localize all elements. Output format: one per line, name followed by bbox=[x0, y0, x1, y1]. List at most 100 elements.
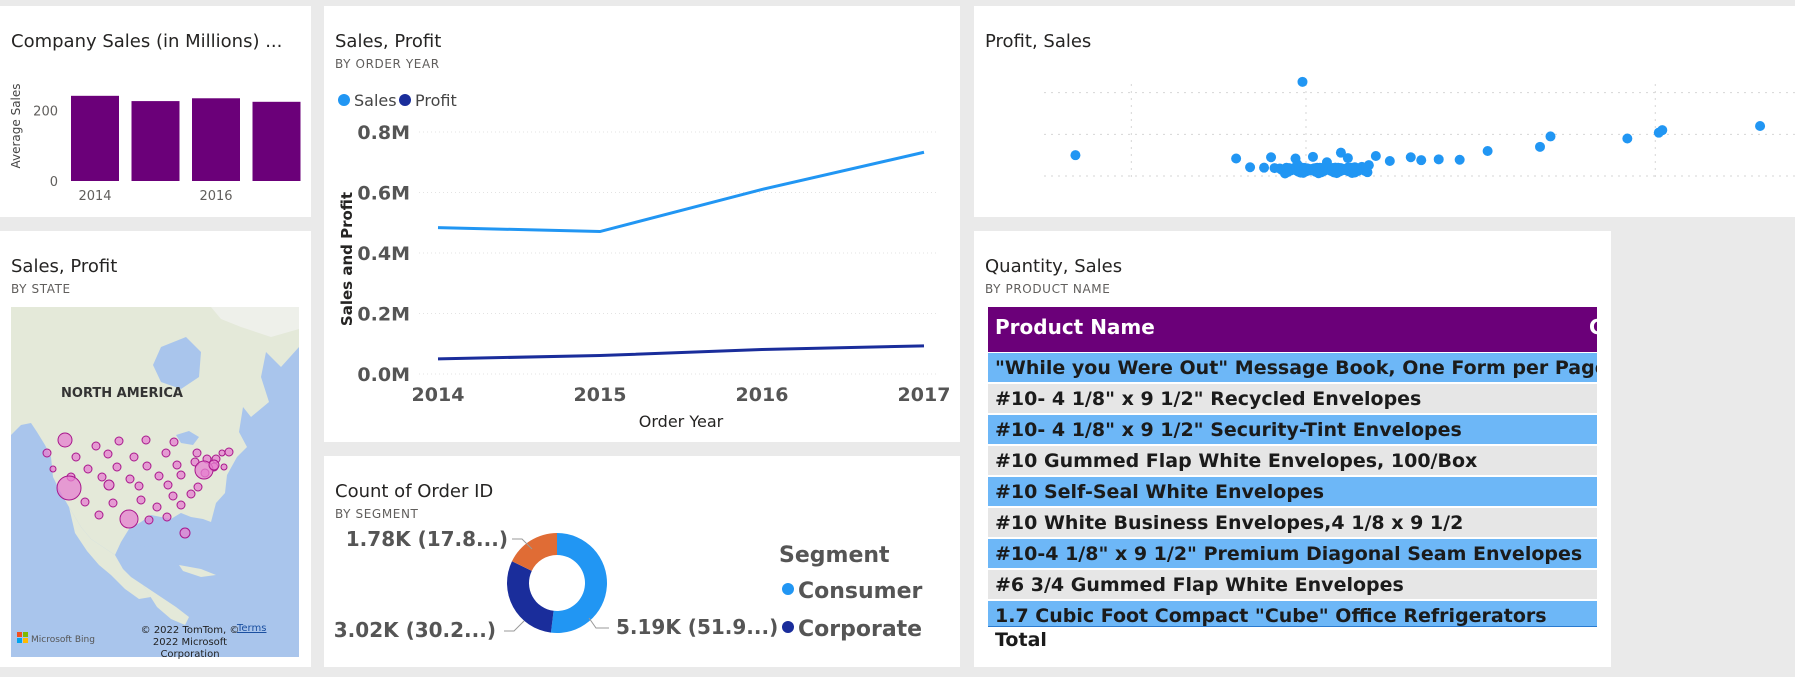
state-bubble[interactable] bbox=[112, 462, 122, 472]
quantity-sales-card[interactable]: Quantity, Sales BY PRODUCT NAME Product … bbox=[974, 231, 1611, 667]
scatter-point[interactable] bbox=[1342, 153, 1353, 164]
scatter-point[interactable] bbox=[1245, 162, 1256, 173]
column-header-truncated[interactable]: C bbox=[1589, 315, 1604, 339]
scatter-point[interactable] bbox=[1433, 154, 1444, 165]
state-bubble[interactable] bbox=[163, 480, 173, 490]
scatter-point[interactable] bbox=[1231, 153, 1242, 164]
sales-profit-year-card[interactable]: Sales, Profit BY ORDER YEAR Sales Profit… bbox=[324, 6, 960, 442]
table-row[interactable]: #6 3/4 Gummed Flap White Envelopes bbox=[988, 570, 1597, 599]
state-bubble[interactable] bbox=[83, 464, 93, 474]
scatter-point[interactable] bbox=[1454, 154, 1465, 165]
state-bubble[interactable] bbox=[103, 449, 113, 459]
legend-label-consumer[interactable]: Consumer bbox=[798, 579, 923, 604]
product-name-cell: #10-4 1/8" x 9 1/2" Premium Diagonal Sea… bbox=[995, 543, 1583, 565]
scatter-point[interactable] bbox=[1657, 125, 1668, 136]
state-bubble[interactable] bbox=[144, 515, 154, 525]
state-bubble[interactable] bbox=[172, 460, 182, 470]
state-bubble[interactable] bbox=[114, 436, 124, 446]
state-bubble[interactable] bbox=[176, 470, 186, 480]
state-bubble[interactable] bbox=[97, 472, 107, 482]
state-bubble[interactable] bbox=[208, 459, 220, 471]
donut-slice-1[interactable] bbox=[507, 561, 554, 633]
bar-2014[interactable] bbox=[71, 95, 119, 181]
scatter-point[interactable] bbox=[1482, 146, 1493, 156]
table-row[interactable]: #10- 4 1/8" x 9 1/2" Recycled Envelopes bbox=[988, 384, 1597, 413]
state-bubble[interactable] bbox=[119, 509, 139, 529]
state-bubble[interactable] bbox=[141, 435, 151, 445]
map-visual[interactable]: NORTH AMERICA Microsoft Bing bbox=[11, 307, 299, 657]
legend-label-corporate[interactable]: Corporate bbox=[798, 617, 922, 642]
state-bubble[interactable] bbox=[154, 471, 164, 481]
data-label: 3.02K (30.2...) bbox=[334, 618, 496, 642]
scatter-point[interactable] bbox=[1070, 150, 1081, 161]
table-row[interactable]: "While you Were Out" Message Book, One F… bbox=[988, 353, 1597, 382]
table-row[interactable]: #10- 4 1/8" x 9 1/2" Security-Tint Envel… bbox=[988, 415, 1597, 444]
map-terms-link[interactable]: Terms bbox=[237, 623, 266, 634]
column-header-product-name[interactable]: Product Name bbox=[995, 315, 1155, 339]
scatter-point[interactable] bbox=[1545, 131, 1556, 142]
scatter-point[interactable] bbox=[1405, 152, 1416, 163]
scatter-point[interactable] bbox=[1259, 162, 1270, 173]
state-bubble[interactable] bbox=[152, 502, 162, 512]
state-bubble[interactable] bbox=[161, 448, 171, 458]
sales-profit-state-card[interactable]: Sales, Profit BY STATE NORTH AMERICA Mic… bbox=[0, 231, 311, 667]
state-bubble[interactable] bbox=[168, 491, 178, 501]
state-bubble[interactable] bbox=[91, 441, 101, 451]
legend-marker-corporate bbox=[782, 621, 794, 633]
scatter-point[interactable] bbox=[1370, 151, 1381, 161]
count-order-card[interactable]: Count of Order ID BY SEGMENT 5.19K (51.9… bbox=[324, 456, 960, 667]
scatter-point[interactable] bbox=[1266, 152, 1277, 163]
state-bubble[interactable] bbox=[103, 479, 115, 491]
state-bubble[interactable] bbox=[169, 437, 179, 447]
state-bubble[interactable] bbox=[94, 510, 104, 520]
data-label: 5.19K (51.9...) bbox=[616, 615, 778, 639]
table-total-label: Total bbox=[995, 629, 1047, 651]
state-bubble[interactable] bbox=[218, 449, 226, 457]
state-bubble[interactable] bbox=[56, 475, 82, 501]
state-bubble[interactable] bbox=[125, 474, 135, 484]
state-bubble[interactable] bbox=[129, 452, 139, 462]
scatter-point[interactable] bbox=[1307, 151, 1318, 162]
state-bubble[interactable] bbox=[186, 489, 196, 499]
scatter-point[interactable] bbox=[1362, 167, 1373, 178]
table-row[interactable]: 1.7 Cubic Foot Compact "Cube" Office Ref… bbox=[988, 601, 1597, 627]
state-bubble[interactable] bbox=[179, 527, 191, 539]
table-row[interactable]: #10 Self-Seal White Envelopes bbox=[988, 477, 1597, 506]
bar-2015[interactable] bbox=[131, 101, 180, 181]
state-bubble[interactable] bbox=[136, 495, 146, 505]
table-row[interactable]: #10 Gummed Flap White Envelopes, 100/Box bbox=[988, 446, 1597, 475]
state-bubble[interactable] bbox=[71, 452, 81, 462]
state-bubble[interactable] bbox=[49, 465, 57, 473]
state-bubble[interactable] bbox=[176, 500, 186, 510]
company-sales-card[interactable]: Company Sales (in Millions) ... Average … bbox=[0, 6, 311, 217]
bar-2016[interactable] bbox=[192, 98, 240, 181]
scatter-point[interactable] bbox=[1755, 121, 1766, 131]
legend-label-sales[interactable]: Sales bbox=[354, 91, 397, 110]
legend-label-profit[interactable]: Profit bbox=[415, 91, 457, 110]
state-bubble[interactable] bbox=[80, 497, 90, 507]
table-row[interactable]: #10 White Business Envelopes,4 1/8 x 9 1… bbox=[988, 508, 1597, 537]
state-bubble[interactable] bbox=[162, 512, 172, 522]
table-row[interactable]: #10-4 1/8" x 9 1/2" Premium Diagonal Sea… bbox=[988, 539, 1597, 568]
scatter-point[interactable] bbox=[1416, 155, 1427, 166]
table-header[interactable]: Product Name C bbox=[988, 307, 1604, 352]
series-line-profit[interactable] bbox=[437, 344, 925, 361]
scatter-point[interactable] bbox=[1297, 76, 1308, 87]
scatter-point[interactable] bbox=[1622, 133, 1633, 144]
state-bubble[interactable] bbox=[134, 481, 144, 491]
bar-2017[interactable] bbox=[252, 101, 301, 181]
scatter-point[interactable] bbox=[1384, 156, 1395, 166]
state-bubble[interactable] bbox=[224, 447, 234, 457]
state-bubble[interactable] bbox=[220, 463, 228, 471]
donut-slice-0[interactable] bbox=[550, 533, 608, 633]
profit-sales-card[interactable]: Profit, Sales bbox=[974, 6, 1795, 217]
state-bubble[interactable] bbox=[42, 448, 52, 458]
state-bubble[interactable] bbox=[57, 432, 73, 448]
state-bubble[interactable] bbox=[192, 448, 202, 458]
state-bubble[interactable] bbox=[193, 482, 203, 492]
series-line-sales[interactable] bbox=[437, 150, 925, 234]
y-tick-label: 200 bbox=[33, 105, 58, 120]
state-bubble[interactable] bbox=[142, 461, 152, 471]
scatter-point[interactable] bbox=[1535, 141, 1546, 152]
state-bubble[interactable] bbox=[108, 498, 118, 508]
